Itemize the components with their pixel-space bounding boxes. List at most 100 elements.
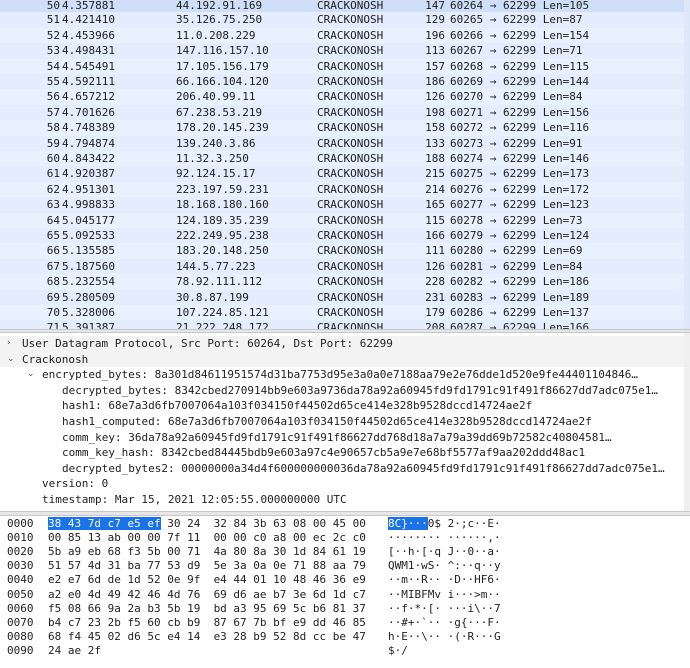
packet-row[interactable]: 67 5.187560 144.5.77.223 CRACKONOSH 126 60281…: [0, 258, 690, 275]
hex-ascii[interactable]: ········ ······,·: [388, 531, 501, 545]
hex-bytes[interactable]: 24 ae 2f: [48, 644, 101, 658]
packet-row[interactable]: 61 4.920387 92.124.15.17 CRACKONOSH 215 60275…: [0, 166, 690, 182]
hex-ascii[interactable]: [··h·[·q J··0··a·: [388, 545, 501, 559]
hex-bytes[interactable]: 00 85 13 ab 00 00 7f 11 00 00 c0 a8 00 e…: [48, 531, 366, 545]
packet-number: 51: [46, 13, 60, 27]
hex-row[interactable]: 0010 00 85 13 ab 00 00 7f 11 00 00 c0 a8 …: [0, 531, 690, 545]
packet-source: 183.20.148.250: [176, 244, 269, 258]
packet-protocol: CRACKONOSH: [317, 75, 384, 88]
packet-protocol: CRACKONOSH: [317, 259, 384, 273]
hex-ascii[interactable]: QWM1·wS· ^:··q··y: [388, 559, 501, 573]
chevron-down-icon[interactable]: ⌄: [7, 352, 15, 368]
hex-offset: 0000: [7, 517, 34, 530]
packet-row[interactable]: 52 4.453966 11.0.208.229 CRACKONOSH 196 60266…: [0, 27, 690, 44]
packet-time: 4.794874: [62, 136, 115, 150]
packet-number: 56: [46, 90, 60, 104]
hex-ascii-highlight[interactable]: 8C}···: [388, 517, 428, 530]
packet-row[interactable]: 65 5.092533 222.249.95.238 CRACKONOSH 166 602…: [0, 228, 690, 244]
hex-bytes[interactable]: 5b a9 eb 68 f3 5b 00 71 4a 80 8a 30 1d 8…: [48, 545, 366, 559]
detail-tree-item[interactable]: hash1_computed: 68e7a3d6fb7007064a103f03…: [0, 414, 690, 430]
packet-row[interactable]: 55 4.592111 66.166.104.120 CRACKONOSH 186 602…: [0, 74, 690, 90]
packet-row[interactable]: 60 4.843422 11.32.3.250 CRACKONOSH 188 60274 …: [0, 151, 690, 167]
packet-row[interactable]: 51 4.421410 35.126.75.250 CRACKONOSH 129 6026…: [0, 12, 690, 28]
hex-ascii[interactable]: h·E··\·· ·(·R···G: [388, 630, 501, 644]
hex-row[interactable]: 0060 f5 08 66 9a 2a b3 5b 19 bd a3 95 69 …: [0, 602, 690, 616]
packet-list[interactable]: 50 4.357881 44.192.91.169 CRACKONOSH 147 6026…: [0, 0, 690, 329]
packet-row[interactable]: 69 5.280509 30.8.87.199 CRACKONOSH 231 60283 …: [0, 289, 690, 305]
packet-source: 78.92.111.112: [176, 275, 263, 289]
packet-row[interactable]: 64 5.045177 124.189.35.239 CRACKONOSH 115 602…: [0, 212, 690, 228]
packet-row[interactable]: 70 5.328006 107.224.85.121 CRACKONOSH 179 602…: [0, 305, 690, 321]
hex-ascii[interactable]: ··#+·`·· ·g{···F·: [388, 616, 501, 630]
hex-row[interactable]: 0090 24 ae 2f $·/: [0, 644, 690, 658]
detail-tree-item[interactable]: › User Datagram Protocol, Src Port: 60264…: [0, 336, 690, 352]
packet-details-scrollbar[interactable]: [684, 333, 690, 511]
packet-time: 4.748389: [62, 121, 115, 135]
packet-row[interactable]: 50 4.357881 44.192.91.169 CRACKONOSH 147 6026…: [0, 0, 690, 13]
packet-source: 139.240.3.86: [176, 136, 256, 150]
detail-tree-item[interactable]: hash1: 68e7a3d6fb7007064a103f034150f4450…: [0, 398, 690, 414]
packet-row[interactable]: 62 4.951301 223.197.59.231 CRACKONOSH 214 602…: [0, 181, 690, 198]
packet-protocol: CRACKONOSH: [317, 59, 384, 73]
hex-bytes[interactable]: 68 f4 45 02 d6 5c e4 14 e3 28 b9 52 8d c…: [48, 630, 366, 644]
hex-bytes[interactable]: a2 e0 4d 49 42 46 4d 76 69 d6 ae b7 3e 6…: [48, 588, 366, 602]
packet-row[interactable]: 68 5.232554 78.92.111.112 CRACKONOSH 228 6028…: [0, 274, 690, 290]
hex-ascii[interactable]: 8C}···0$ 2·;c··E·: [388, 517, 501, 531]
packet-length: 179: [425, 306, 445, 319]
chevron-down-icon[interactable]: ⌄: [27, 367, 35, 383]
packet-row[interactable]: 59 4.794874 139.240.3.86 CRACKONOSH 133 60273…: [0, 135, 690, 151]
packet-row[interactable]: 57 4.701626 67.238.53.219 CRACKONOSH 198 6027…: [0, 104, 690, 121]
packet-length: 111: [425, 244, 445, 258]
packet-row[interactable]: 58 4.748389 178.20.145.239 CRACKONOSH 158 602…: [0, 120, 690, 136]
hex-bytes-highlight[interactable]: 38 43 7d c7 e5 ef: [48, 517, 161, 530]
detail-tree-item[interactable]: version: 0: [0, 476, 690, 492]
hex-ascii[interactable]: ··f·*·[· ···i\··7: [388, 602, 501, 616]
detail-tree-item[interactable]: comm_key_hash: 8342cbed84445bdb9e603a97c…: [0, 445, 690, 461]
packet-bytes-pane[interactable]: 0000 38 43 7d c7 e5 ef 30 24 32 84 3b 63 …: [0, 516, 690, 668]
packet-source: 67.238.53.219: [176, 105, 263, 119]
hex-row[interactable]: 0000 38 43 7d c7 e5 ef 30 24 32 84 3b 63 …: [0, 517, 690, 531]
packet-protocol: CRACKONOSH: [317, 306, 384, 319]
hex-ascii-text: 0$ 2·;c··E·: [427, 517, 501, 530]
hex-row[interactable]: 0050 a2 e0 4d 49 42 46 4d 76 69 d6 ae b7 …: [0, 588, 690, 602]
packet-row[interactable]: 56 4.657212 206.40.99.11 CRACKONOSH 126 60270…: [0, 89, 690, 105]
hex-bytes[interactable]: 38 43 7d c7 e5 ef 30 24 32 84 3b 63 08 0…: [48, 517, 366, 531]
packet-details-tree[interactable]: › User Datagram Protocol, Src Port: 60264…: [0, 333, 690, 511]
hex-row[interactable]: 0030 51 57 4d 31 ba 77 53 d9 5e 3a 0a 0e …: [0, 559, 690, 573]
chevron-right-icon[interactable]: ›: [7, 336, 11, 352]
packet-row[interactable]: 63 4.998833 18.168.180.160 CRACKONOSH 165 602…: [0, 197, 690, 213]
detail-tree-item[interactable]: timestamp: Mar 15, 2021 12:05:55.0000000…: [0, 492, 690, 508]
hex-bytes[interactable]: b4 c7 23 2b f5 60 cb b9 87 67 7b bf e9 d…: [48, 616, 366, 630]
hex-bytes[interactable]: e2 e7 6d de 1d 52 0e 9f e4 44 01 10 48 4…: [48, 573, 366, 587]
hex-row[interactable]: 0040 e2 e7 6d de 1d 52 0e 9f e4 44 01 10 …: [0, 573, 690, 587]
packet-info: 60270 → 62299 Len=84: [450, 90, 583, 104]
packet-row[interactable]: 54 4.545491 17.105.156.179 CRACKONOSH 157 602…: [0, 58, 690, 74]
packet-row[interactable]: 71 5.391387 21.222.248.172 CRACKONOSH 208 602…: [0, 320, 690, 329]
detail-tree-item[interactable]: ⌄ encrypted_bytes: 8a301d84611951574d31ba…: [0, 367, 690, 383]
packet-row[interactable]: 66 5.135585 183.20.148.250 CRACKONOSH 111 602…: [0, 243, 690, 259]
hex-ascii-text: ········ ······,·: [388, 531, 501, 545]
packet-source: 21.222.248.172: [176, 321, 269, 329]
packet-list-scrollbar[interactable]: [684, 0, 690, 329]
hex-bytes[interactable]: f5 08 66 9a 2a b3 5b 19 bd a3 95 69 5c b…: [48, 602, 366, 616]
hex-row[interactable]: 0080 68 f4 45 02 d6 5c e4 14 e3 28 b9 52 …: [0, 630, 690, 644]
packet-info: 60274 → 62299 Len=146: [450, 152, 590, 165]
hex-bytes[interactable]: 51 57 4d 31 ba 77 53 d9 5e 3a 0a 0e 71 8…: [48, 559, 366, 573]
packet-protocol: CRACKONOSH: [317, 244, 384, 258]
detail-tree-item[interactable]: comm_key: 36da78a92a60945fd9fd1791c91f49…: [0, 430, 690, 446]
detail-tree-item[interactable]: decrypted_bytes: 8342cbed270914bb9e603a9…: [0, 383, 690, 399]
hex-row[interactable]: 0070 b4 c7 23 2b f5 60 cb b9 87 67 7b bf …: [0, 616, 690, 630]
hex-ascii[interactable]: ··m··R·· ·D··HF6·: [388, 573, 501, 587]
packet-row[interactable]: 53 4.498431 147.116.157.10 CRACKONOSH 113 602…: [0, 43, 690, 59]
hex-ascii[interactable]: ··MIBFMv i···>m··: [388, 588, 501, 602]
packet-protocol: CRACKONOSH: [317, 90, 384, 104]
hex-ascii[interactable]: $·/: [388, 644, 408, 658]
packet-time: 4.657212: [62, 90, 115, 104]
packet-length: 133: [425, 136, 445, 150]
packet-time: 4.453966: [62, 28, 115, 42]
packet-number: 69: [46, 290, 60, 304]
hex-row[interactable]: 0020 5b a9 eb 68 f3 5b 00 71 4a 80 8a 30 …: [0, 545, 690, 559]
detail-tree-item[interactable]: ⌄ Crackonosh: [0, 351, 690, 368]
detail-tree-item[interactable]: decrypted_bytes2: 00000000a34d4f60000000…: [0, 461, 690, 477]
packet-number: 65: [46, 229, 60, 242]
